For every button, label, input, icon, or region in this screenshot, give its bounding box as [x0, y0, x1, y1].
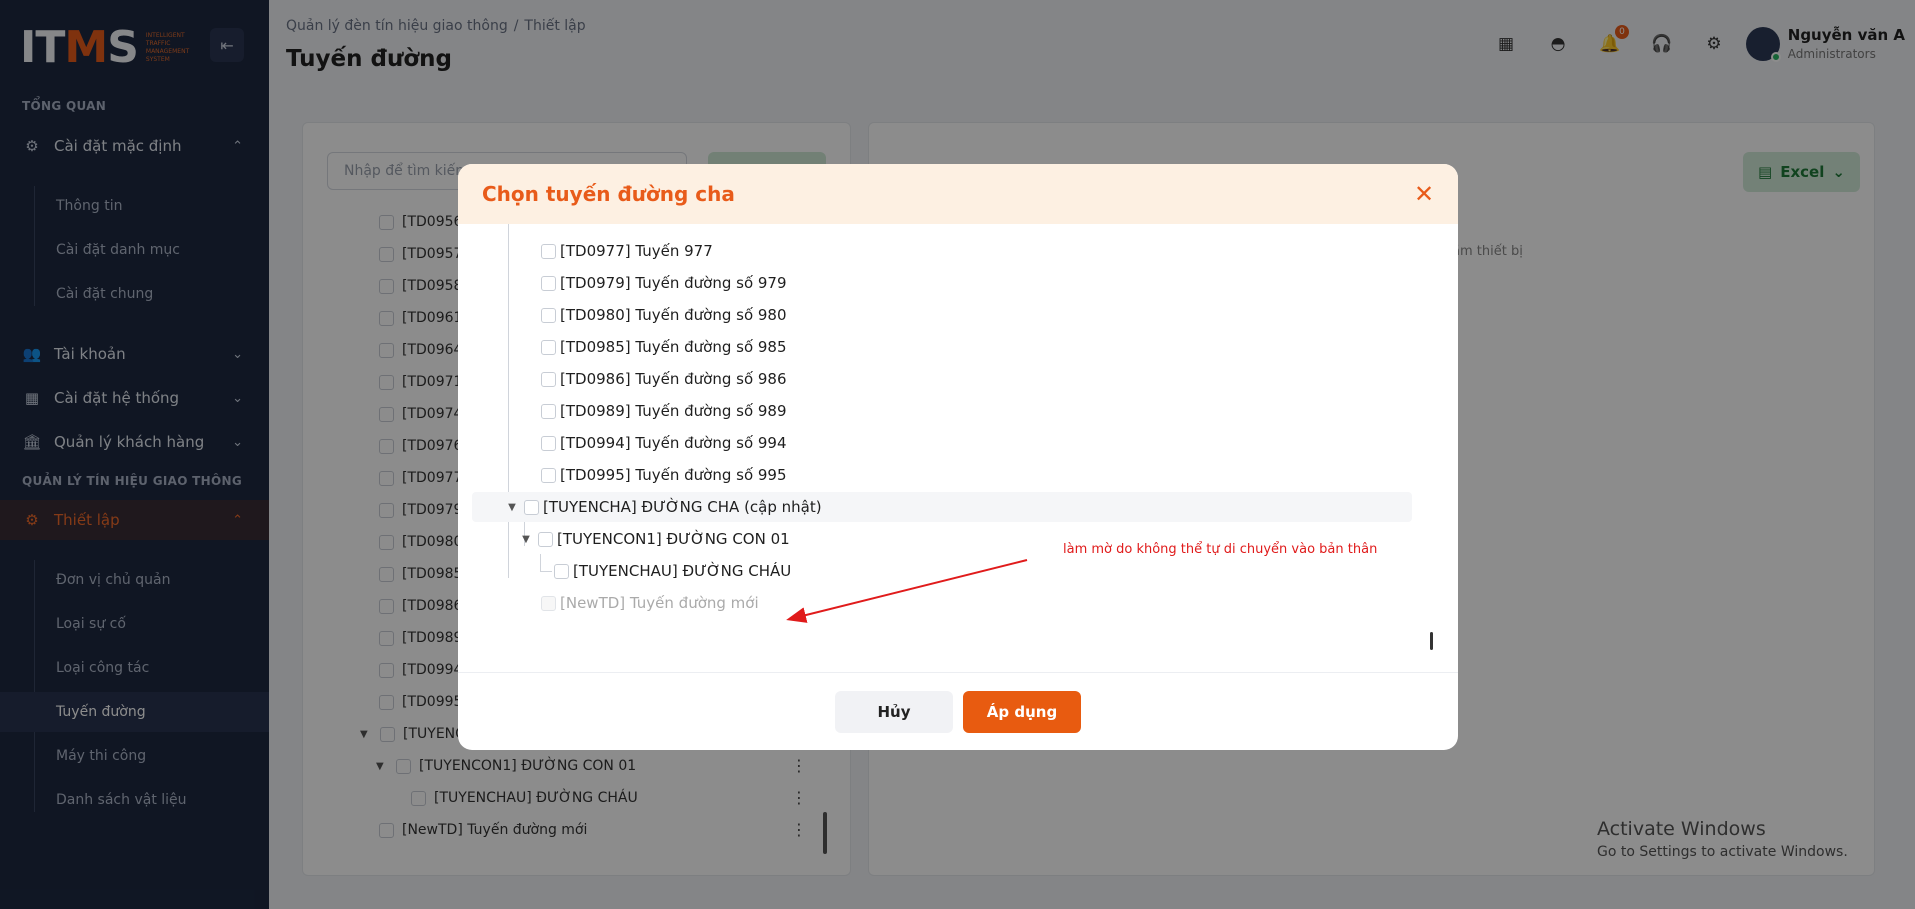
- close-icon[interactable]: ✕: [1410, 180, 1438, 208]
- row-checkbox[interactable]: [554, 563, 569, 579]
- tree-row-grandchild[interactable]: [TUYENCHAU] ĐƯỜNG CHÁU: [488, 556, 1428, 586]
- tree-row-disabled: [NewTD] Tuyến đường mới: [488, 588, 1428, 618]
- tree-row[interactable]: [TD0995] Tuyến đường số 995: [488, 460, 1428, 490]
- row-label: [TD0985] Tuyến đường số 985: [560, 338, 787, 356]
- row-label: [TD0995] Tuyến đường số 995: [560, 466, 787, 484]
- tree-row-parent[interactable]: ▼ [TUYENCHA] ĐƯỜNG CHA (cập nhật): [472, 492, 1412, 522]
- caret-down-icon[interactable]: ▼: [518, 534, 534, 545]
- modal-title: Chọn tuyến đường cha: [482, 182, 735, 206]
- tree-row[interactable]: [TD0980] Tuyến đường số 980: [488, 300, 1428, 330]
- modal-footer: Hủy Áp dụng: [458, 672, 1458, 750]
- row-label: [TD0986] Tuyến đường số 986: [560, 370, 787, 388]
- row-checkbox[interactable]: [541, 307, 556, 323]
- row-checkbox[interactable]: [538, 531, 553, 547]
- row-label: [TUYENCHAU] ĐƯỜNG CHÁU: [573, 562, 792, 580]
- row-checkbox[interactable]: [541, 435, 556, 451]
- row-checkbox[interactable]: [541, 467, 556, 483]
- row-checkbox[interactable]: [541, 275, 556, 291]
- tree-row[interactable]: [TD0979] Tuyến đường số 979: [488, 268, 1428, 298]
- row-label: [TD0977] Tuyến 977: [560, 242, 713, 260]
- cancel-button[interactable]: Hủy: [835, 690, 953, 733]
- row-checkbox[interactable]: [541, 371, 556, 387]
- row-label: [TUYENCHA] ĐƯỜNG CHA (cập nhật): [543, 498, 822, 516]
- apply-button[interactable]: Áp dụng: [963, 690, 1081, 733]
- row-label: [NewTD] Tuyến đường mới: [560, 594, 759, 612]
- row-label: [TD0979] Tuyến đường số 979: [560, 274, 787, 292]
- select-parent-route-modal: Chọn tuyến đường cha ✕ [TD0977] Tuyến 97…: [458, 164, 1458, 750]
- row-label: [TUYENCON1] ĐƯỜNG CON 01: [557, 530, 790, 548]
- row-checkbox[interactable]: [524, 499, 539, 515]
- caret-down-icon[interactable]: ▼: [504, 502, 520, 513]
- row-label: [TD0994] Tuyến đường số 994: [560, 434, 787, 452]
- tree-row[interactable]: [TD0986] Tuyến đường số 986: [488, 364, 1428, 394]
- row-checkbox[interactable]: [541, 339, 556, 355]
- route-tree: [TD0977] Tuyến 977 [TD0979] Tuyến đường …: [472, 224, 1438, 632]
- tree-scrollbar[interactable]: [1430, 632, 1433, 650]
- tree-row[interactable]: [TD0985] Tuyến đường số 985: [488, 332, 1428, 362]
- annotation-text: làm mờ do không thể tự di chuyển vào bản…: [1063, 542, 1378, 557]
- row-label: [TD0980] Tuyến đường số 980: [560, 306, 787, 324]
- modal-header: Chọn tuyến đường cha: [458, 164, 1458, 224]
- tree-row[interactable]: [TD0989] Tuyến đường số 989: [488, 396, 1428, 426]
- row-checkbox[interactable]: [541, 403, 556, 419]
- row-checkbox[interactable]: [541, 243, 556, 259]
- row-checkbox-disabled: [541, 595, 556, 611]
- tree-row[interactable]: [TD0994] Tuyến đường số 994: [488, 428, 1428, 458]
- row-label: [TD0989] Tuyến đường số 989: [560, 402, 787, 420]
- tree-row[interactable]: [TD0977] Tuyến 977: [488, 236, 1428, 266]
